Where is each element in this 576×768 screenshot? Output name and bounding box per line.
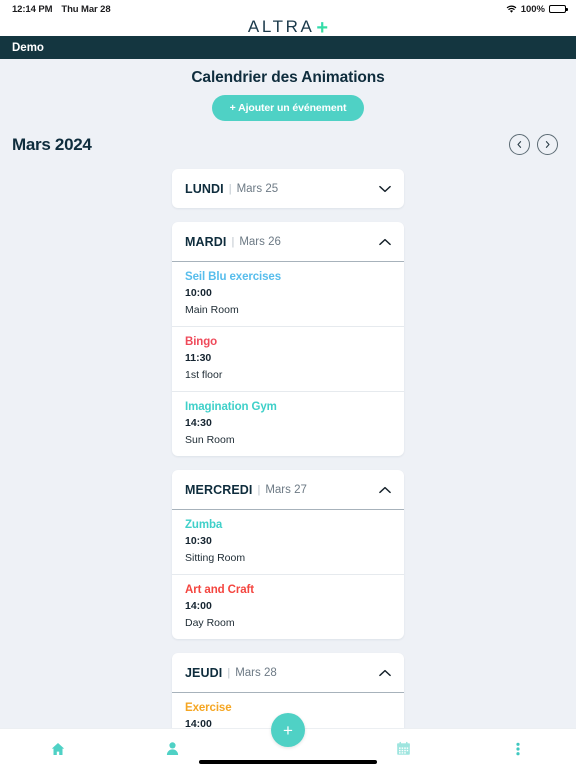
day-separator: | xyxy=(231,235,235,248)
chevron-right-icon xyxy=(543,140,552,149)
month-nav-controls xyxy=(509,134,558,155)
day-card-header[interactable]: JEUDI | Mars 28 xyxy=(172,653,404,692)
person-icon xyxy=(165,741,180,756)
event-room: 1st floor xyxy=(185,369,223,381)
event-item[interactable]: Art and Craft 14:00 Day Room xyxy=(172,575,404,639)
bottom-navigation: + xyxy=(0,713,576,768)
day-date: Mars 25 xyxy=(236,182,279,195)
day-separator: | xyxy=(227,666,231,679)
next-month-button[interactable] xyxy=(537,134,558,155)
home-indicator xyxy=(199,760,377,764)
day-name: MARDI xyxy=(185,234,227,249)
month-label: Mars 2024 xyxy=(12,134,92,154)
calendar-icon xyxy=(396,741,411,756)
day-card-header[interactable]: MARDI | Mars 26 xyxy=(172,222,404,261)
add-fab-button[interactable]: + xyxy=(271,713,305,747)
status-bar-date: Thu Mar 28 xyxy=(61,3,111,15)
event-room: Day Room xyxy=(185,617,235,629)
app-screen: 12:14 PM Thu Mar 28 100% ALTRA + Demo Cal… xyxy=(0,0,576,768)
chevron-left-icon xyxy=(515,140,524,149)
page-header: Calendrier des Animations + Ajouter un é… xyxy=(0,59,576,121)
add-event-button[interactable]: + Ajouter un événement xyxy=(211,95,365,121)
event-title: Seil Blu exercises xyxy=(185,271,282,283)
event-list: Seil Blu exercises 10:00 Main Room Bingo 11:… xyxy=(172,261,404,456)
day-name: JEUDI xyxy=(185,665,223,680)
status-bar-right: 100% xyxy=(506,3,568,15)
day-separator: | xyxy=(257,483,261,496)
plus-icon: + xyxy=(283,720,293,740)
month-navigation: Mars 2024 xyxy=(0,121,576,155)
event-time: 10:30 xyxy=(185,535,212,547)
event-time: 11:30 xyxy=(185,352,212,364)
event-title: Imagination Gym xyxy=(185,401,277,413)
day-separator: | xyxy=(228,182,232,195)
event-item[interactable]: Zumba 10:30 Sitting Room xyxy=(172,510,404,575)
day-card-list: LUNDI | Mars 25 MARDI | Mars 26 Seil Blu exerc… xyxy=(0,155,576,728)
chevron-down-icon[interactable] xyxy=(379,183,391,195)
wifi-icon xyxy=(506,5,517,14)
battery-full-icon xyxy=(549,5,568,13)
page-title: Calendrier des Animations xyxy=(191,69,385,86)
prev-month-button[interactable] xyxy=(509,134,530,155)
day-date: Mars 27 xyxy=(265,483,307,496)
event-time: 10:00 xyxy=(185,287,212,299)
event-title: Art and Craft xyxy=(185,584,254,596)
day-name: LUNDI xyxy=(185,181,224,196)
org-label: Demo xyxy=(12,41,44,54)
event-room: Sun Room xyxy=(185,434,235,446)
event-room: Main Room xyxy=(185,304,239,316)
event-item[interactable]: Seil Blu exercises 10:00 Main Room xyxy=(172,262,404,327)
brand-name: ALTRA xyxy=(247,17,315,36)
status-bar-time: 12:14 PM xyxy=(12,3,53,15)
event-list: Zumba 10:30 Sitting Room Art and Craft 14:00… xyxy=(172,509,404,639)
event-title: Zumba xyxy=(185,519,223,531)
home-icon xyxy=(50,741,66,757)
battery-percent: 100% xyxy=(520,3,545,15)
event-item[interactable]: Imagination Gym 14:30 Sun Room xyxy=(172,392,404,456)
day-date: Mars 28 xyxy=(235,666,277,679)
day-date: Mars 26 xyxy=(239,235,281,248)
event-item[interactable]: Bingo 11:30 1st floor xyxy=(172,327,404,392)
day-card: MARDI | Mars 26 Seil Blu exercises 10:00 Main… xyxy=(172,222,404,456)
org-bar: Demo xyxy=(0,36,576,59)
day-card-header[interactable]: MERCREDI | Mars 27 xyxy=(172,470,404,509)
chevron-up-icon[interactable] xyxy=(379,484,391,496)
brand-plus-icon: + xyxy=(316,17,329,39)
day-card-header[interactable]: LUNDI | Mars 25 xyxy=(172,169,404,208)
day-card: LUNDI | Mars 25 xyxy=(172,169,404,208)
brand-bar: ALTRA + xyxy=(0,17,576,39)
day-name: MERCREDI xyxy=(185,482,253,497)
more-vertical-icon xyxy=(516,741,521,757)
event-time: 14:00 xyxy=(185,600,212,612)
main-content: Calendrier des Animations + Ajouter un é… xyxy=(0,59,576,728)
nav-item-more[interactable] xyxy=(461,729,576,768)
event-title: Bingo xyxy=(185,336,218,348)
chevron-up-icon[interactable] xyxy=(379,236,391,248)
altra-logo: ALTRA + xyxy=(247,17,329,39)
status-bar: 12:14 PM Thu Mar 28 100% xyxy=(0,0,576,18)
day-card: MERCREDI | Mars 27 Zumba 10:30 Sitting Room Ar… xyxy=(172,470,404,639)
event-time: 14:30 xyxy=(185,417,212,429)
event-room: Sitting Room xyxy=(185,552,246,564)
nav-item-home[interactable] xyxy=(0,729,115,768)
chevron-up-icon[interactable] xyxy=(379,667,391,679)
